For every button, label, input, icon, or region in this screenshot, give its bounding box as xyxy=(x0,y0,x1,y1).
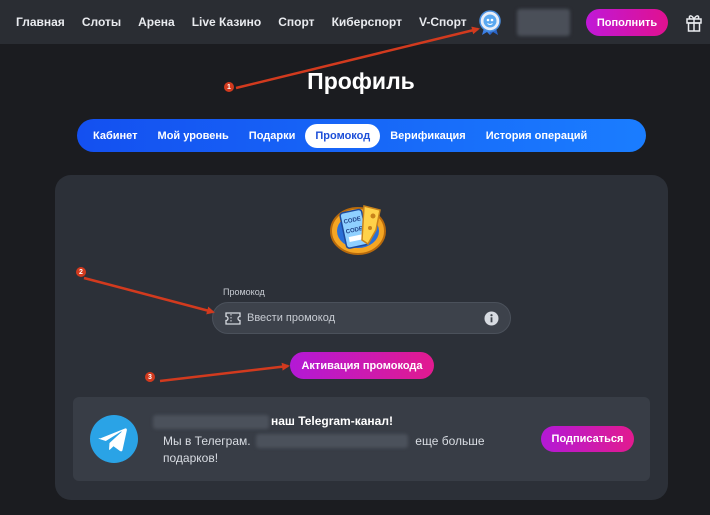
annotation-marker-2: 2 xyxy=(76,267,86,277)
balance-hidden xyxy=(517,9,570,36)
ticket-icon xyxy=(225,312,241,325)
annotation-marker-3: 3 xyxy=(145,372,155,382)
promo-code-icon: CODE CODE xyxy=(330,205,386,255)
nav-item-esports[interactable]: Киберспорт xyxy=(332,15,402,29)
activate-promo-button[interactable]: Активация промокода xyxy=(290,352,434,379)
user-avatar-icon[interactable] xyxy=(478,10,502,36)
telegram-text-start: Мы в Телеграм. xyxy=(163,434,251,448)
nav-item-slots[interactable]: Слоты xyxy=(82,15,121,29)
tab-verification[interactable]: Верификация xyxy=(380,124,476,148)
nav-item-sport[interactable]: Спорт xyxy=(278,15,314,29)
tab-transaction-history[interactable]: История операций xyxy=(476,124,598,148)
nav-item-arena[interactable]: Арена xyxy=(138,15,175,29)
promo-input-container xyxy=(212,302,511,334)
page-title: Профиль xyxy=(307,68,415,94)
promo-field-label: Промокод xyxy=(223,287,265,297)
telegram-hidden-text-2 xyxy=(256,434,408,448)
tab-my-level[interactable]: Мой уровень xyxy=(148,124,239,148)
info-icon[interactable] xyxy=(484,311,499,326)
tab-cabinet[interactable]: Кабинет xyxy=(83,124,148,148)
telegram-banner: наш Telegram-канал! Мы в Телеграм. еще б… xyxy=(73,397,650,481)
telegram-text-line2: подарков! xyxy=(163,451,219,465)
nav-item-live-casino[interactable]: Live Казино xyxy=(192,15,262,29)
promo-code-input[interactable] xyxy=(247,303,477,333)
nav-item-v-sport[interactable]: V-Спорт xyxy=(419,15,467,29)
telegram-title: наш Telegram-канал! xyxy=(271,414,393,428)
nav-item-home[interactable]: Главная xyxy=(16,15,65,29)
subscribe-button[interactable]: Подписаться xyxy=(541,426,634,452)
telegram-text-end: еще больше xyxy=(415,434,485,448)
telegram-icon[interactable] xyxy=(89,414,139,464)
tab-promocode[interactable]: Промокод xyxy=(305,123,381,148)
main-nav: Главная Слоты Арена Live Казино Спорт Ки… xyxy=(16,15,484,29)
gift-icon[interactable] xyxy=(685,12,703,32)
tab-gifts[interactable]: Подарки xyxy=(239,124,306,148)
annotation-marker-1: 1 xyxy=(224,82,234,92)
deposit-button[interactable]: Пополнить xyxy=(586,9,668,36)
top-navigation-bar: Главная Слоты Арена Live Казино Спорт Ки… xyxy=(0,0,710,44)
profile-tabs: Кабинет Мой уровень Подарки Промокод Вер… xyxy=(77,119,646,152)
telegram-hidden-text-1 xyxy=(153,415,269,429)
